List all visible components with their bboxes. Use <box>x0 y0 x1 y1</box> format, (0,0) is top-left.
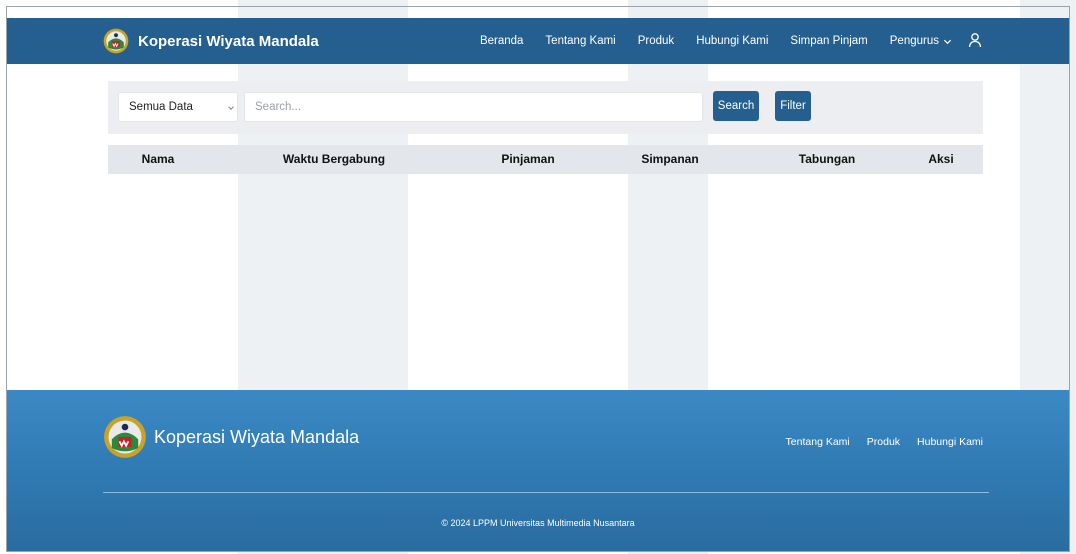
nav-pengurus-dropdown[interactable]: Pengurus <box>890 35 952 47</box>
nav-tentang-kami[interactable]: Tentang Kami <box>545 35 615 47</box>
nav-simpan-pinjam[interactable]: Simpan Pinjam <box>790 35 867 47</box>
koperasi-logo-icon <box>103 28 129 54</box>
column-header-aksi: Aksi <box>928 152 954 166</box>
column-header-waktu-bergabung: Waktu Bergabung <box>282 152 386 166</box>
filter-bar: Semua Data Search Filter <box>108 81 983 134</box>
footer-brand[interactable]: Koperasi Wiyata Mandala <box>103 415 359 459</box>
chevron-down-icon <box>943 39 952 44</box>
filter-button[interactable]: Filter <box>775 91 811 121</box>
column-header-tabungan: Tabungan <box>798 152 856 166</box>
nav-produk[interactable]: Produk <box>638 35 674 47</box>
search-input[interactable] <box>244 92 703 122</box>
user-icon[interactable] <box>967 32 983 48</box>
column-header-pinjaman: Pinjaman <box>501 152 555 166</box>
navbar: Koperasi Wiyata Mandala Beranda Tentang … <box>7 18 1069 64</box>
main-nav: Beranda Tentang Kami Produk Hubungi Kami… <box>458 18 952 64</box>
footer: Koperasi Wiyata Mandala Tentang Kami Pro… <box>7 390 1069 551</box>
footer-link-produk[interactable]: Produk <box>867 436 900 448</box>
column-header-nama: Nama <box>141 152 175 166</box>
column-header-simpanan: Simpanan <box>641 152 699 166</box>
footer-link-hubungi-kami[interactable]: Hubungi Kami <box>917 436 983 448</box>
footer-divider <box>103 492 989 493</box>
nav-beranda[interactable]: Beranda <box>480 35 523 47</box>
nav-pengurus-label: Pengurus <box>889 35 939 47</box>
nav-hubungi-kami[interactable]: Hubungi Kami <box>696 35 768 47</box>
footer-link-tentang-kami[interactable]: Tentang Kami <box>786 436 850 448</box>
chevron-down-icon <box>228 106 234 110</box>
footer-brand-name: Koperasi Wiyata Mandala <box>154 426 360 447</box>
search-button[interactable]: Search <box>713 91 759 121</box>
brand-name: Koperasi Wiyata Mandala <box>138 32 319 50</box>
table-header: Nama Waktu Bergabung Pinjaman Simpanan T… <box>108 145 983 174</box>
brand[interactable]: Koperasi Wiyata Mandala <box>103 18 319 64</box>
footer-nav: Tentang Kami Produk Hubungi Kami <box>786 436 983 448</box>
koperasi-logo-icon <box>104 416 146 458</box>
data-filter-select[interactable]: Semua Data <box>118 92 238 122</box>
copyright-text: © 2024 LPPM Universitas Multimedia Nusan… <box>441 518 635 528</box>
select-value: Semua Data <box>129 101 193 113</box>
